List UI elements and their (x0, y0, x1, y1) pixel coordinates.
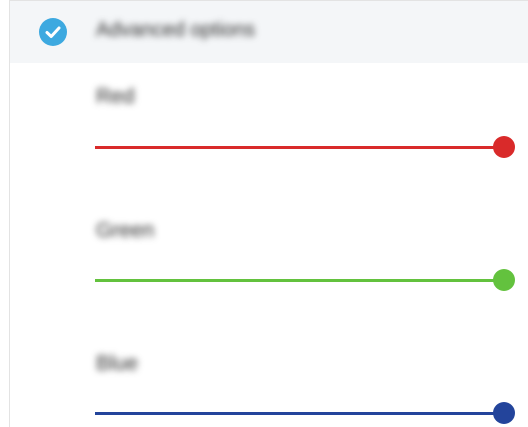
green-slider[interactable] (95, 267, 515, 293)
blue-slider[interactable] (95, 400, 515, 426)
blue-slider-thumb[interactable] (493, 402, 515, 424)
green-slider-thumb[interactable] (493, 269, 515, 291)
red-slider-thumb[interactable] (493, 136, 515, 158)
green-slider-track (95, 279, 504, 282)
red-label: Red (96, 85, 135, 108)
blue-slider-track (95, 412, 504, 415)
green-label: Green (96, 219, 155, 242)
advanced-options-header[interactable]: Advanced options (10, 1, 528, 63)
blue-label: Blue (96, 352, 139, 375)
red-slider-track (95, 146, 504, 149)
red-slider[interactable] (95, 134, 515, 160)
check-circle-icon[interactable] (39, 18, 67, 46)
settings-panel: Advanced options Red Green Blue (9, 0, 528, 427)
header-title: Advanced options (96, 19, 256, 41)
